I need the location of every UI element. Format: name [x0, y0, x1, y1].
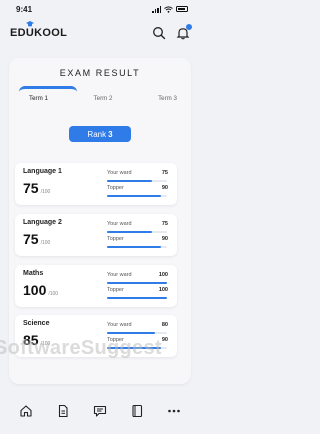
topper-value: 90: [161, 185, 168, 191]
subject-score: 75/100: [23, 180, 51, 196]
app-header: EDUKOOL: [0, 18, 200, 48]
rank-label: Rank: [87, 129, 107, 139]
term-tabs: Term 1 Term 2 Term 3: [17, 86, 183, 108]
subject-card[interactable]: Language 1 75/100 Your ward 75 Topper 90: [15, 163, 177, 205]
subject-name: Language 2: [23, 219, 62, 226]
topper-progress-bar: [107, 297, 167, 299]
watermark: SoftwareSuggest: [0, 337, 162, 359]
nav-documents[interactable]: [56, 404, 70, 418]
subject-total: /100: [48, 291, 59, 297]
nav-home[interactable]: [19, 404, 33, 418]
page-title: EXAM RESULT: [59, 68, 141, 78]
active-tab-indicator: [19, 86, 77, 92]
message-icon: [93, 405, 107, 417]
status-bar: 9:41: [0, 0, 200, 18]
topper-value: 90: [161, 236, 168, 242]
ward-value: 80: [161, 322, 168, 328]
topper-label: Topper: [107, 236, 124, 242]
book-icon: [132, 404, 142, 418]
topper-label: Topper: [107, 287, 124, 293]
topper-progress-bar: [107, 246, 167, 248]
ward-progress-bar: [107, 231, 167, 233]
notification-badge: [186, 24, 192, 30]
ward-value: 75: [161, 170, 168, 176]
nav-book[interactable]: [130, 404, 144, 418]
graduation-cap-icon: [26, 21, 34, 27]
subject-score: 75/100: [23, 231, 51, 247]
document-icon: [59, 404, 68, 418]
rank-value: 3: [108, 129, 113, 139]
tab-term-3[interactable]: Term 3: [158, 95, 177, 102]
ward-label: Your ward: [107, 221, 132, 227]
topper-label: Topper: [107, 185, 124, 191]
ward-progress-bar: [107, 282, 167, 284]
subject-card[interactable]: Language 2 75/100 Your ward 75 Topper 90: [15, 214, 177, 256]
more-icon: [167, 409, 180, 413]
ward-value: 75: [161, 221, 168, 227]
nav-messages[interactable]: [93, 404, 107, 418]
battery-icon: [176, 6, 188, 12]
ward-label: Your ward: [107, 170, 132, 176]
ward-label: Your ward: [107, 272, 132, 278]
topper-value: 90: [161, 337, 168, 343]
rank-badge: Rank 3: [69, 126, 131, 142]
logo-text: EDUKOOL: [10, 27, 68, 39]
subject-score: 100/100: [23, 282, 59, 298]
topper-progress-bar: [107, 195, 167, 197]
search-icon[interactable]: [152, 26, 166, 40]
subject-name: Science: [23, 320, 50, 327]
topper-value: 100: [158, 287, 168, 293]
ward-progress-bar: [107, 332, 167, 334]
status-icons: [152, 5, 188, 13]
subject-total: /100: [40, 189, 51, 195]
ward-label: Your ward: [107, 322, 132, 328]
home-icon: [20, 405, 32, 417]
nav-more[interactable]: [167, 404, 181, 418]
ward-progress-bar: [107, 180, 167, 182]
subject-total: /100: [40, 240, 51, 246]
notification-button[interactable]: [176, 24, 192, 40]
bottom-nav: [0, 388, 200, 434]
tab-term-2[interactable]: Term 2: [94, 95, 113, 102]
ward-value: 100: [158, 272, 168, 278]
subject-name: Language 1: [23, 168, 62, 175]
app-logo: EDUKOOL: [10, 21, 68, 39]
subject-card[interactable]: Maths 100/100 Your ward 100 Topper 100: [15, 265, 177, 307]
status-time: 9:41: [16, 4, 33, 14]
wifi-icon: [164, 5, 173, 13]
subject-name: Maths: [23, 270, 44, 277]
signal-icon: [152, 5, 161, 13]
tab-term-1[interactable]: Term 1: [29, 95, 48, 102]
